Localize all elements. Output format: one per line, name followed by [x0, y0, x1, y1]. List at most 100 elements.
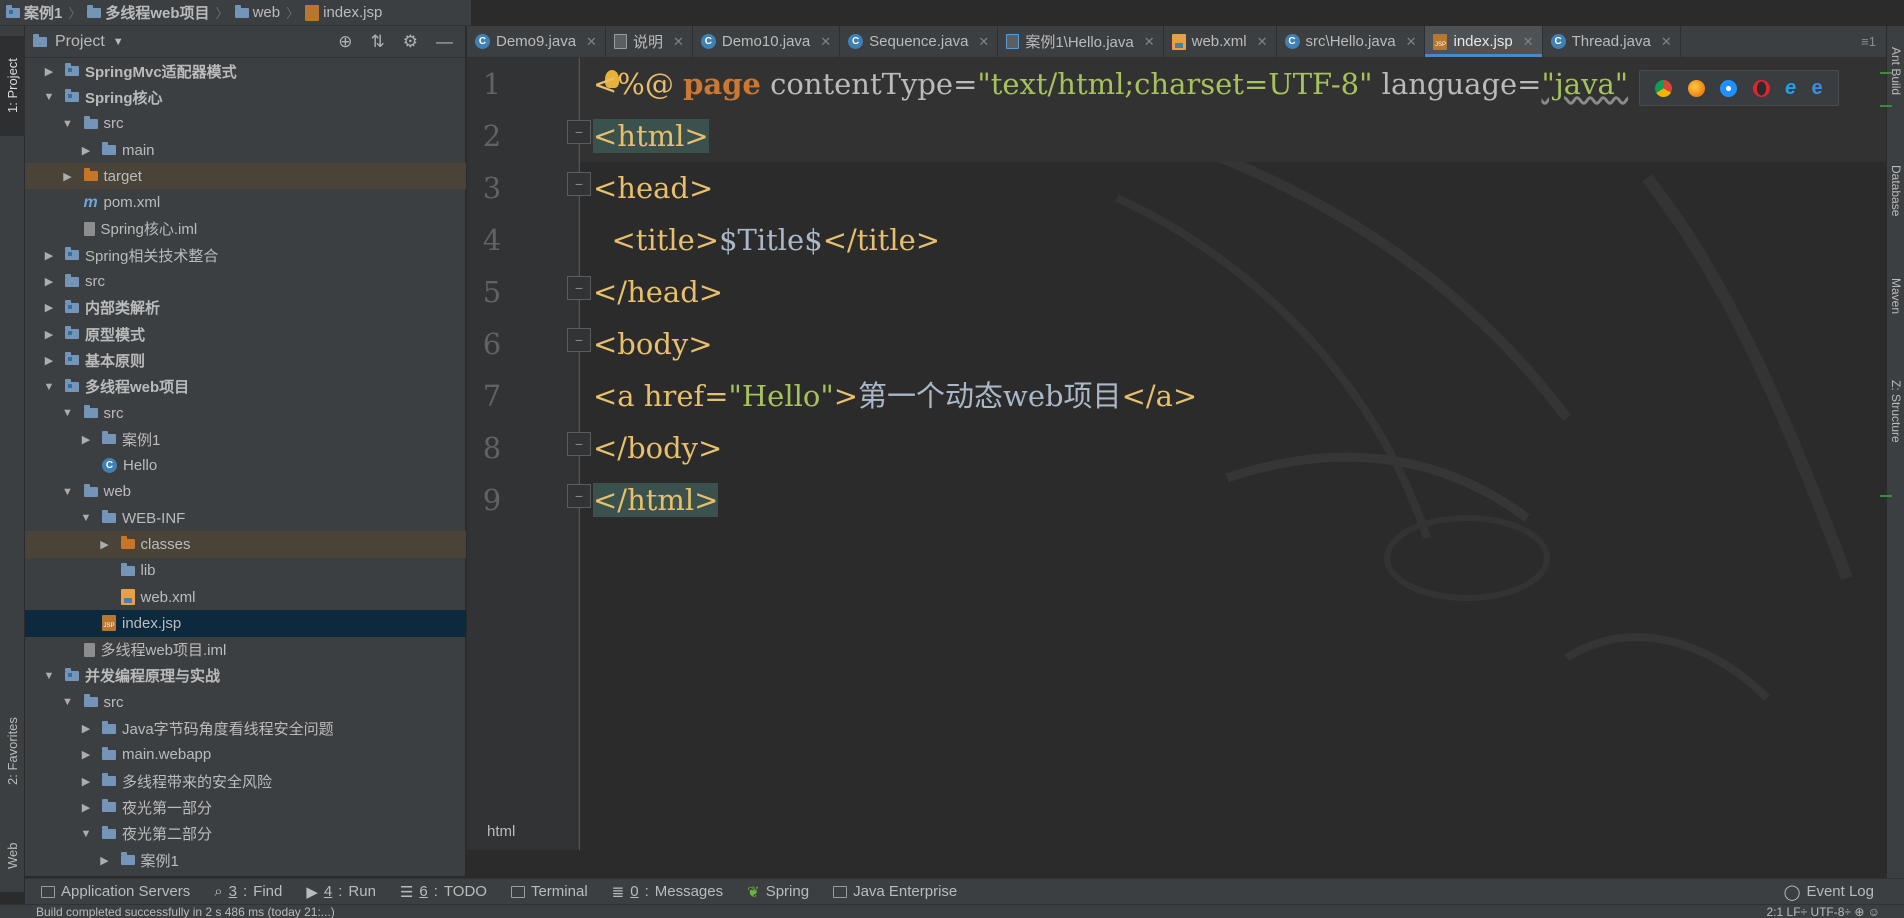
- event-log-button[interactable]: ◯ Event Log: [1776, 883, 1904, 901]
- tree-node[interactable]: JSP index.jsp: [25, 610, 466, 637]
- breadcrumb-item-module[interactable]: 案例1: [6, 2, 62, 23]
- safari-icon[interactable]: [1720, 79, 1738, 97]
- collapse-arrow-icon[interactable]: ▼: [80, 512, 92, 524]
- opera-icon[interactable]: [1752, 79, 1770, 97]
- expand-arrow-icon[interactable]: ▶: [62, 170, 74, 183]
- collapse-arrow-icon[interactable]: ▼: [62, 486, 74, 498]
- tree-node[interactable]: ▼ Spring核心: [25, 84, 466, 110]
- tree-node[interactable]: ▼ src: [25, 689, 466, 715]
- editor-tab[interactable]: C Demo9.java ✕: [467, 26, 606, 57]
- fold-toggle-icon[interactable]: −: [567, 484, 591, 508]
- terminal-button[interactable]: Terminal: [503, 883, 596, 900]
- close-icon[interactable]: ✕: [978, 34, 989, 50]
- editor-tab[interactable]: C Thread.java ✕: [1543, 26, 1681, 57]
- tree-node[interactable]: ▶ main.webapp: [25, 742, 466, 768]
- breadcrumb-item-file[interactable]: index.jsp: [305, 4, 382, 21]
- close-icon[interactable]: ✕: [820, 34, 831, 50]
- breadcrumb-item-project[interactable]: 多线程web项目: [87, 2, 210, 23]
- collapse-arrow-icon[interactable]: ▼: [62, 407, 74, 419]
- tree-node[interactable]: ▶ Spring相关技术整合: [25, 242, 466, 268]
- code-editor[interactable]: 1 2 3 4 5 6 7 8 9 − − − − − − <%@ page c…: [467, 58, 1886, 850]
- expand-arrow-icon[interactable]: ▶: [80, 433, 92, 446]
- tree-node[interactable]: C Hello: [25, 452, 466, 478]
- fold-toggle-icon[interactable]: −: [567, 172, 591, 196]
- editor-tab[interactable]: web.xml ✕: [1164, 26, 1277, 57]
- application-servers-button[interactable]: Application Servers: [33, 883, 198, 900]
- java-enterprise-button[interactable]: Java Enterprise: [825, 883, 965, 900]
- edge-icon[interactable]: e: [1811, 77, 1822, 100]
- close-icon[interactable]: ✕: [1406, 34, 1417, 50]
- expand-arrow-icon[interactable]: ▶: [80, 722, 92, 735]
- tree-node[interactable]: ▶ classes: [25, 531, 466, 558]
- expand-arrow-icon[interactable]: ▶: [43, 65, 55, 78]
- close-icon[interactable]: ✕: [673, 34, 684, 50]
- collapse-arrow-icon[interactable]: ▼: [62, 118, 74, 130]
- find-button[interactable]: ⌕ 3: Find: [206, 883, 290, 900]
- tree-node[interactable]: ▼ web: [25, 479, 466, 505]
- tree-node[interactable]: ▼ src: [25, 111, 466, 137]
- expand-arrow-icon[interactable]: ▶: [43, 275, 55, 288]
- locate-icon[interactable]: ⊕: [338, 32, 352, 52]
- tree-node[interactable]: lib: [25, 558, 466, 584]
- project-view-selector[interactable]: Project ▼: [55, 33, 124, 51]
- expand-arrow-icon[interactable]: ▶: [80, 144, 92, 157]
- messages-button[interactable]: ≣ 0: Messages: [604, 883, 731, 901]
- collapse-arrow-icon[interactable]: ▼: [43, 91, 55, 103]
- expand-arrow-icon[interactable]: ▶: [80, 801, 92, 814]
- firefox-icon[interactable]: [1687, 79, 1705, 97]
- run-button[interactable]: ▶ 4: Run: [298, 883, 384, 901]
- expand-arrow-icon[interactable]: ▶: [80, 748, 92, 761]
- spring-button[interactable]: ❦ Spring: [739, 883, 817, 901]
- tree-node[interactable]: ▼ 夜光第二部分: [25, 821, 466, 847]
- fold-toggle-icon[interactable]: −: [567, 328, 591, 352]
- collapse-arrow-icon[interactable]: ▼: [43, 670, 55, 682]
- hide-icon[interactable]: —: [436, 32, 453, 52]
- gear-icon[interactable]: ⚙: [403, 32, 418, 52]
- fold-toggle-icon[interactable]: −: [567, 432, 591, 456]
- editor-tab[interactable]: C Demo10.java ✕: [693, 26, 841, 57]
- tree-node[interactable]: web.xml: [25, 584, 466, 610]
- expand-arrow-icon[interactable]: ▶: [43, 328, 55, 341]
- status-indicators[interactable]: 2:1 LF÷ UTF-8÷ ⊕ ☺: [1767, 906, 1881, 918]
- tree-node[interactable]: m pom.xml: [25, 189, 466, 215]
- tree-node[interactable]: ▶ 案例1: [25, 847, 466, 873]
- collapse-arrow-icon[interactable]: ▼: [80, 828, 92, 840]
- structure-tool-button[interactable]: Z: Structure: [1887, 356, 1904, 466]
- tree-node[interactable]: ▶ src: [25, 268, 466, 294]
- web-tool-button[interactable]: Web: [0, 826, 25, 886]
- tree-node[interactable]: ▶ target: [25, 163, 466, 190]
- tree-node[interactable]: ▶ 基本原则: [25, 347, 466, 373]
- editor-breadcrumb[interactable]: html: [487, 823, 515, 840]
- collapse-icon[interactable]: ⇅: [371, 32, 385, 52]
- tree-node[interactable]: ▶ 多线程带来的安全风险: [25, 768, 466, 794]
- collapse-arrow-icon[interactable]: ▼: [62, 696, 74, 708]
- tree-node[interactable]: ▼ 并发编程原理与实战: [25, 663, 466, 689]
- ie-icon[interactable]: e: [1785, 77, 1796, 100]
- editor-tab[interactable]: Csrc\Hello.java ✕: [1277, 26, 1426, 57]
- tree-node[interactable]: ▶ SpringMvc适配器模式: [25, 58, 466, 84]
- tree-node[interactable]: ▶ main: [25, 137, 466, 163]
- expand-arrow-icon[interactable]: ▶: [80, 775, 92, 788]
- editor-tab[interactable]: 说明 ✕: [606, 26, 693, 57]
- project-tool-button[interactable]: 1: Project: [0, 36, 25, 136]
- close-icon[interactable]: ✕: [586, 34, 597, 50]
- ant-build-tool-button[interactable]: Ant Build: [1887, 36, 1904, 106]
- close-icon[interactable]: ✕: [1144, 34, 1155, 50]
- tree-node[interactable]: Spring核心.iml: [25, 216, 466, 242]
- chrome-icon[interactable]: [1655, 79, 1673, 97]
- tab-list-menu[interactable]: ≡1: [1851, 26, 1886, 57]
- tree-node[interactable]: ▶ 案例1: [25, 426, 466, 452]
- editor-tab[interactable]: JSP index.jsp ✕: [1425, 26, 1543, 57]
- expand-arrow-icon[interactable]: ▶: [43, 249, 55, 262]
- expand-arrow-icon[interactable]: ▶: [99, 538, 111, 551]
- tree-node[interactable]: ▶ Java字节码角度看线程安全问题: [25, 715, 466, 741]
- fold-toggle-icon[interactable]: −: [567, 276, 591, 300]
- editor-tab[interactable]: 案例1\Hello.java ✕: [998, 26, 1164, 57]
- fold-toggle-icon[interactable]: −: [567, 120, 591, 144]
- breadcrumb-item-web[interactable]: web: [234, 4, 280, 21]
- tree-node[interactable]: ▶ 夜光第一部分: [25, 794, 466, 820]
- favorites-tool-button[interactable]: 2: Favorites: [0, 696, 25, 806]
- expand-arrow-icon[interactable]: ▶: [99, 854, 111, 867]
- tree-node[interactable]: ▼ src: [25, 400, 466, 426]
- tree-node[interactable]: ▶ 内部类解析: [25, 295, 466, 321]
